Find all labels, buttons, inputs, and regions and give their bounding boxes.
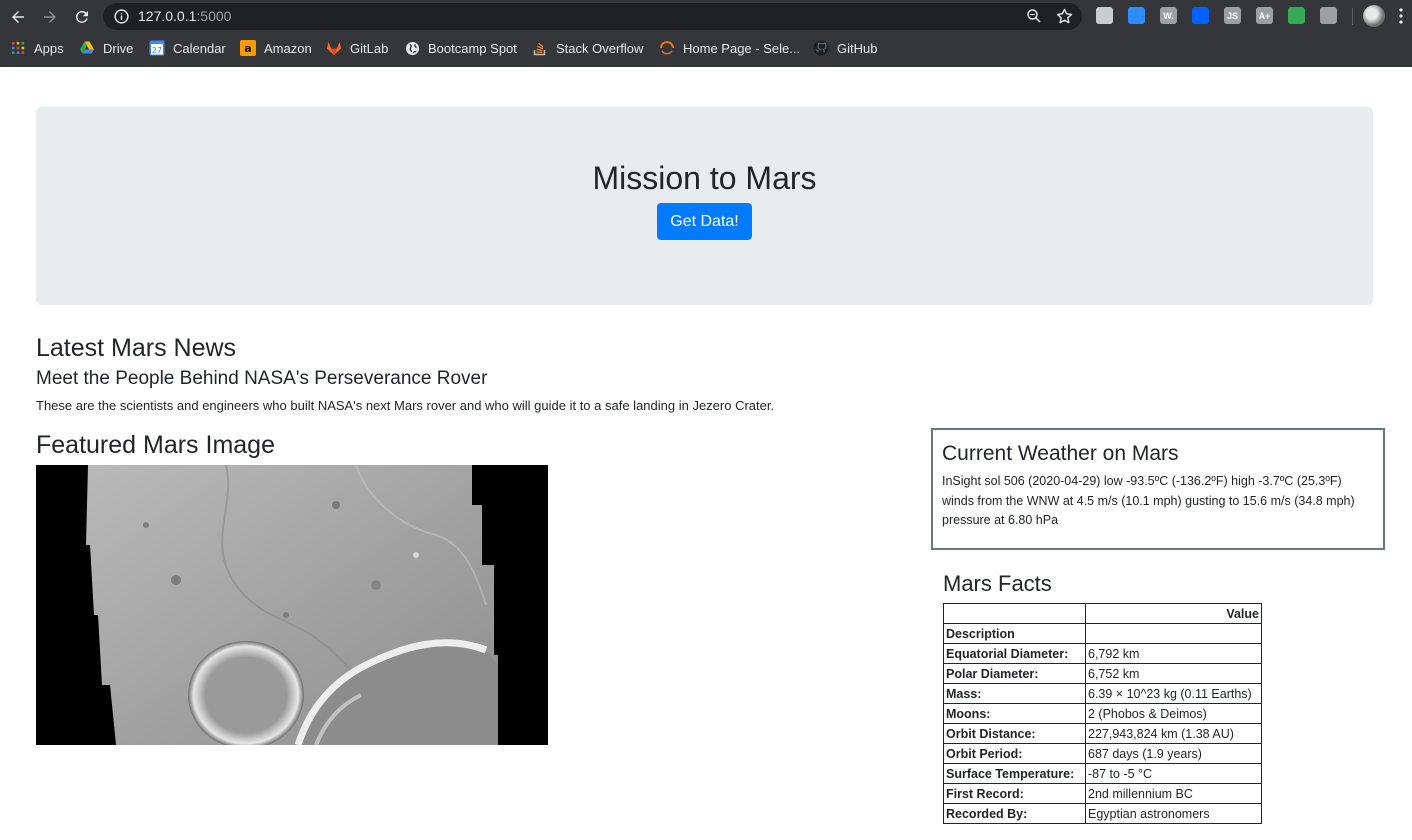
bookmark-label: Calendar [173, 40, 226, 56]
address-bar[interactable]: 127.0.0.1:5000 [103, 3, 1082, 30]
fact-value: -87 to -5 °C [1085, 763, 1262, 784]
fact-label: Recorded By: [943, 803, 1086, 824]
extension-chrome-icon[interactable] [1288, 7, 1305, 24]
fact-label: Orbit Distance: [943, 723, 1086, 744]
bookmark-label: Apps [34, 40, 64, 56]
bookmark-label: Drive [103, 40, 134, 56]
news-title: Meet the People Behind NASA's Perseveran… [36, 368, 488, 389]
toolbar-separator [1352, 8, 1353, 25]
news-heading: Latest Mars News [36, 334, 237, 362]
url-host: 127.0.0.1 [138, 8, 197, 24]
menu-kebab-icon[interactable] [1398, 8, 1404, 24]
fact-value: 227,943,824 km (1.38 AU) [1085, 723, 1262, 744]
bookmark-amazon[interactable]: a Amazon [240, 36, 312, 60]
bookmark-label: Home Page - Sele... [683, 40, 801, 56]
table-row: Recorded By: Egyptian astronomers [943, 803, 1262, 824]
table-row: Orbit Period: 687 days (1.9 years) [943, 743, 1262, 764]
table-row: Mass: 6.39 × 10^23 kg (0.11 Earths) [943, 683, 1262, 704]
table-row: First Record: 2nd millennium BC [943, 783, 1262, 804]
weather-text: InSight sol 506 (2020-04-29) low -93.5ºC… [942, 474, 1355, 527]
table-row: Orbit Distance: 227,943,824 km (1.38 AU) [943, 723, 1262, 744]
fact-label: First Record: [943, 783, 1086, 804]
jumbotron: Mission to Mars Get Data! [36, 107, 1373, 305]
extension-dropbox-icon[interactable] [1192, 7, 1209, 24]
table-header-value: Value [1085, 603, 1262, 624]
fact-label: Equatorial Diameter: [943, 643, 1086, 664]
get-data-button[interactable]: Get Data! [657, 203, 752, 240]
bookmark-star-icon[interactable] [1055, 7, 1074, 26]
table-row: Moons: 2 (Phobos & Deimos) [943, 703, 1262, 724]
loading-spinner-icon [659, 40, 675, 56]
github-icon [813, 40, 829, 56]
weather-card: Current Weather on Mars InSight sol 506 … [931, 428, 1385, 550]
url-text[interactable]: 127.0.0.1:5000 [138, 8, 231, 25]
bookmark-label: Stack Overflow [556, 40, 644, 56]
fact-value: 6.39 × 10^23 kg (0.11 Earths) [1085, 683, 1262, 704]
bookmark-calendar[interactable]: 27 Calendar [149, 36, 226, 60]
table-description-row: Description [943, 623, 1262, 644]
bookmark-apps[interactable]: Apps [10, 36, 64, 60]
svg-text:a: a [244, 42, 251, 55]
featured-mars-image [36, 465, 548, 745]
table-row: Surface Temperature: -87 to -5 °C [943, 763, 1262, 784]
bookmark-label: Amazon [264, 40, 312, 56]
extension-h-icon[interactable] [1096, 7, 1113, 24]
browser-toolbar: 127.0.0.1:5000 W. JS A+ [0, 0, 1412, 33]
globe-icon [404, 40, 420, 56]
bookmark-home-page[interactable]: Home Page - Sele... [659, 36, 800, 60]
zoom-icon[interactable] [1025, 7, 1043, 25]
mars-facts-heading: Mars Facts [943, 571, 1052, 596]
fact-value: 687 days (1.9 years) [1085, 743, 1262, 764]
mars-facts-table: Value Description Equatorial Diameter: 6,… [943, 603, 1262, 824]
fact-value: 6,792 km [1085, 643, 1262, 664]
reload-icon[interactable] [71, 6, 93, 28]
bookmark-gitlab[interactable]: GitLab [326, 36, 388, 60]
google-drive-icon [79, 40, 95, 56]
extension-aplus-icon[interactable]: A+ [1256, 7, 1273, 24]
fact-label: Mass: [943, 683, 1086, 704]
fact-value: Egyptian astronomers [1085, 803, 1262, 824]
fact-label: Orbit Period: [943, 743, 1086, 764]
featured-image-heading: Featured Mars Image [36, 431, 275, 459]
bookmark-stack-overflow[interactable]: Stack Overflow [532, 36, 643, 60]
table-row: Polar Diameter: 6,752 km [943, 663, 1262, 684]
table-row: Equatorial Diameter: 6,792 km [943, 643, 1262, 664]
bookmark-label: GitHub [837, 40, 878, 56]
table-description-label: Description [943, 623, 1086, 644]
table-description-empty [1085, 623, 1262, 644]
page-title: Mission to Mars [592, 160, 817, 196]
extension-js-icon[interactable]: JS [1224, 7, 1241, 24]
profile-avatar[interactable] [1363, 5, 1385, 27]
fact-label: Surface Temperature: [943, 763, 1086, 784]
fact-value: 6,752 km [1085, 663, 1262, 684]
url-port: :5000 [196, 8, 232, 24]
calendar-icon: 27 [149, 40, 165, 56]
weather-heading: Current Weather on Mars [942, 442, 1179, 465]
calendar-badge: 27 [152, 46, 162, 55]
stack-overflow-icon [532, 40, 548, 56]
bookmark-drive[interactable]: Drive [79, 36, 133, 60]
apps-grid-icon [10, 40, 26, 56]
back-arrow-icon[interactable] [7, 6, 29, 28]
amazon-icon: a [240, 40, 256, 56]
bookmark-label: GitLab [350, 40, 389, 56]
browser-chrome: 127.0.0.1:5000 W. JS A+ Apps Drive 27 Ca… [0, 0, 1412, 67]
extension-board-icon[interactable] [1128, 7, 1145, 24]
fact-label: Moons: [943, 703, 1086, 724]
info-icon[interactable] [113, 8, 130, 25]
bookmarks-bar: Apps Drive 27 Calendar a Amazon GitLab B… [0, 36, 1412, 60]
extension-window-icon[interactable] [1320, 7, 1337, 24]
fact-value: 2 (Phobos & Deimos) [1085, 703, 1262, 724]
table-header-row: Value [943, 603, 1262, 624]
bookmark-label: Bootcamp Spot [428, 40, 517, 56]
forward-arrow-icon[interactable] [39, 6, 61, 28]
bookmark-bootcamp-spot[interactable]: Bootcamp Spot [404, 36, 517, 60]
gitlab-icon [326, 40, 342, 56]
news-paragraph: These are the scientists and engineers w… [36, 398, 775, 413]
fact-value: 2nd millennium BC [1085, 783, 1262, 804]
table-header-blank [943, 603, 1086, 624]
extension-w-icon[interactable]: W. [1160, 7, 1177, 24]
bookmark-github[interactable]: GitHub [813, 36, 877, 60]
fact-label: Polar Diameter: [943, 663, 1086, 684]
